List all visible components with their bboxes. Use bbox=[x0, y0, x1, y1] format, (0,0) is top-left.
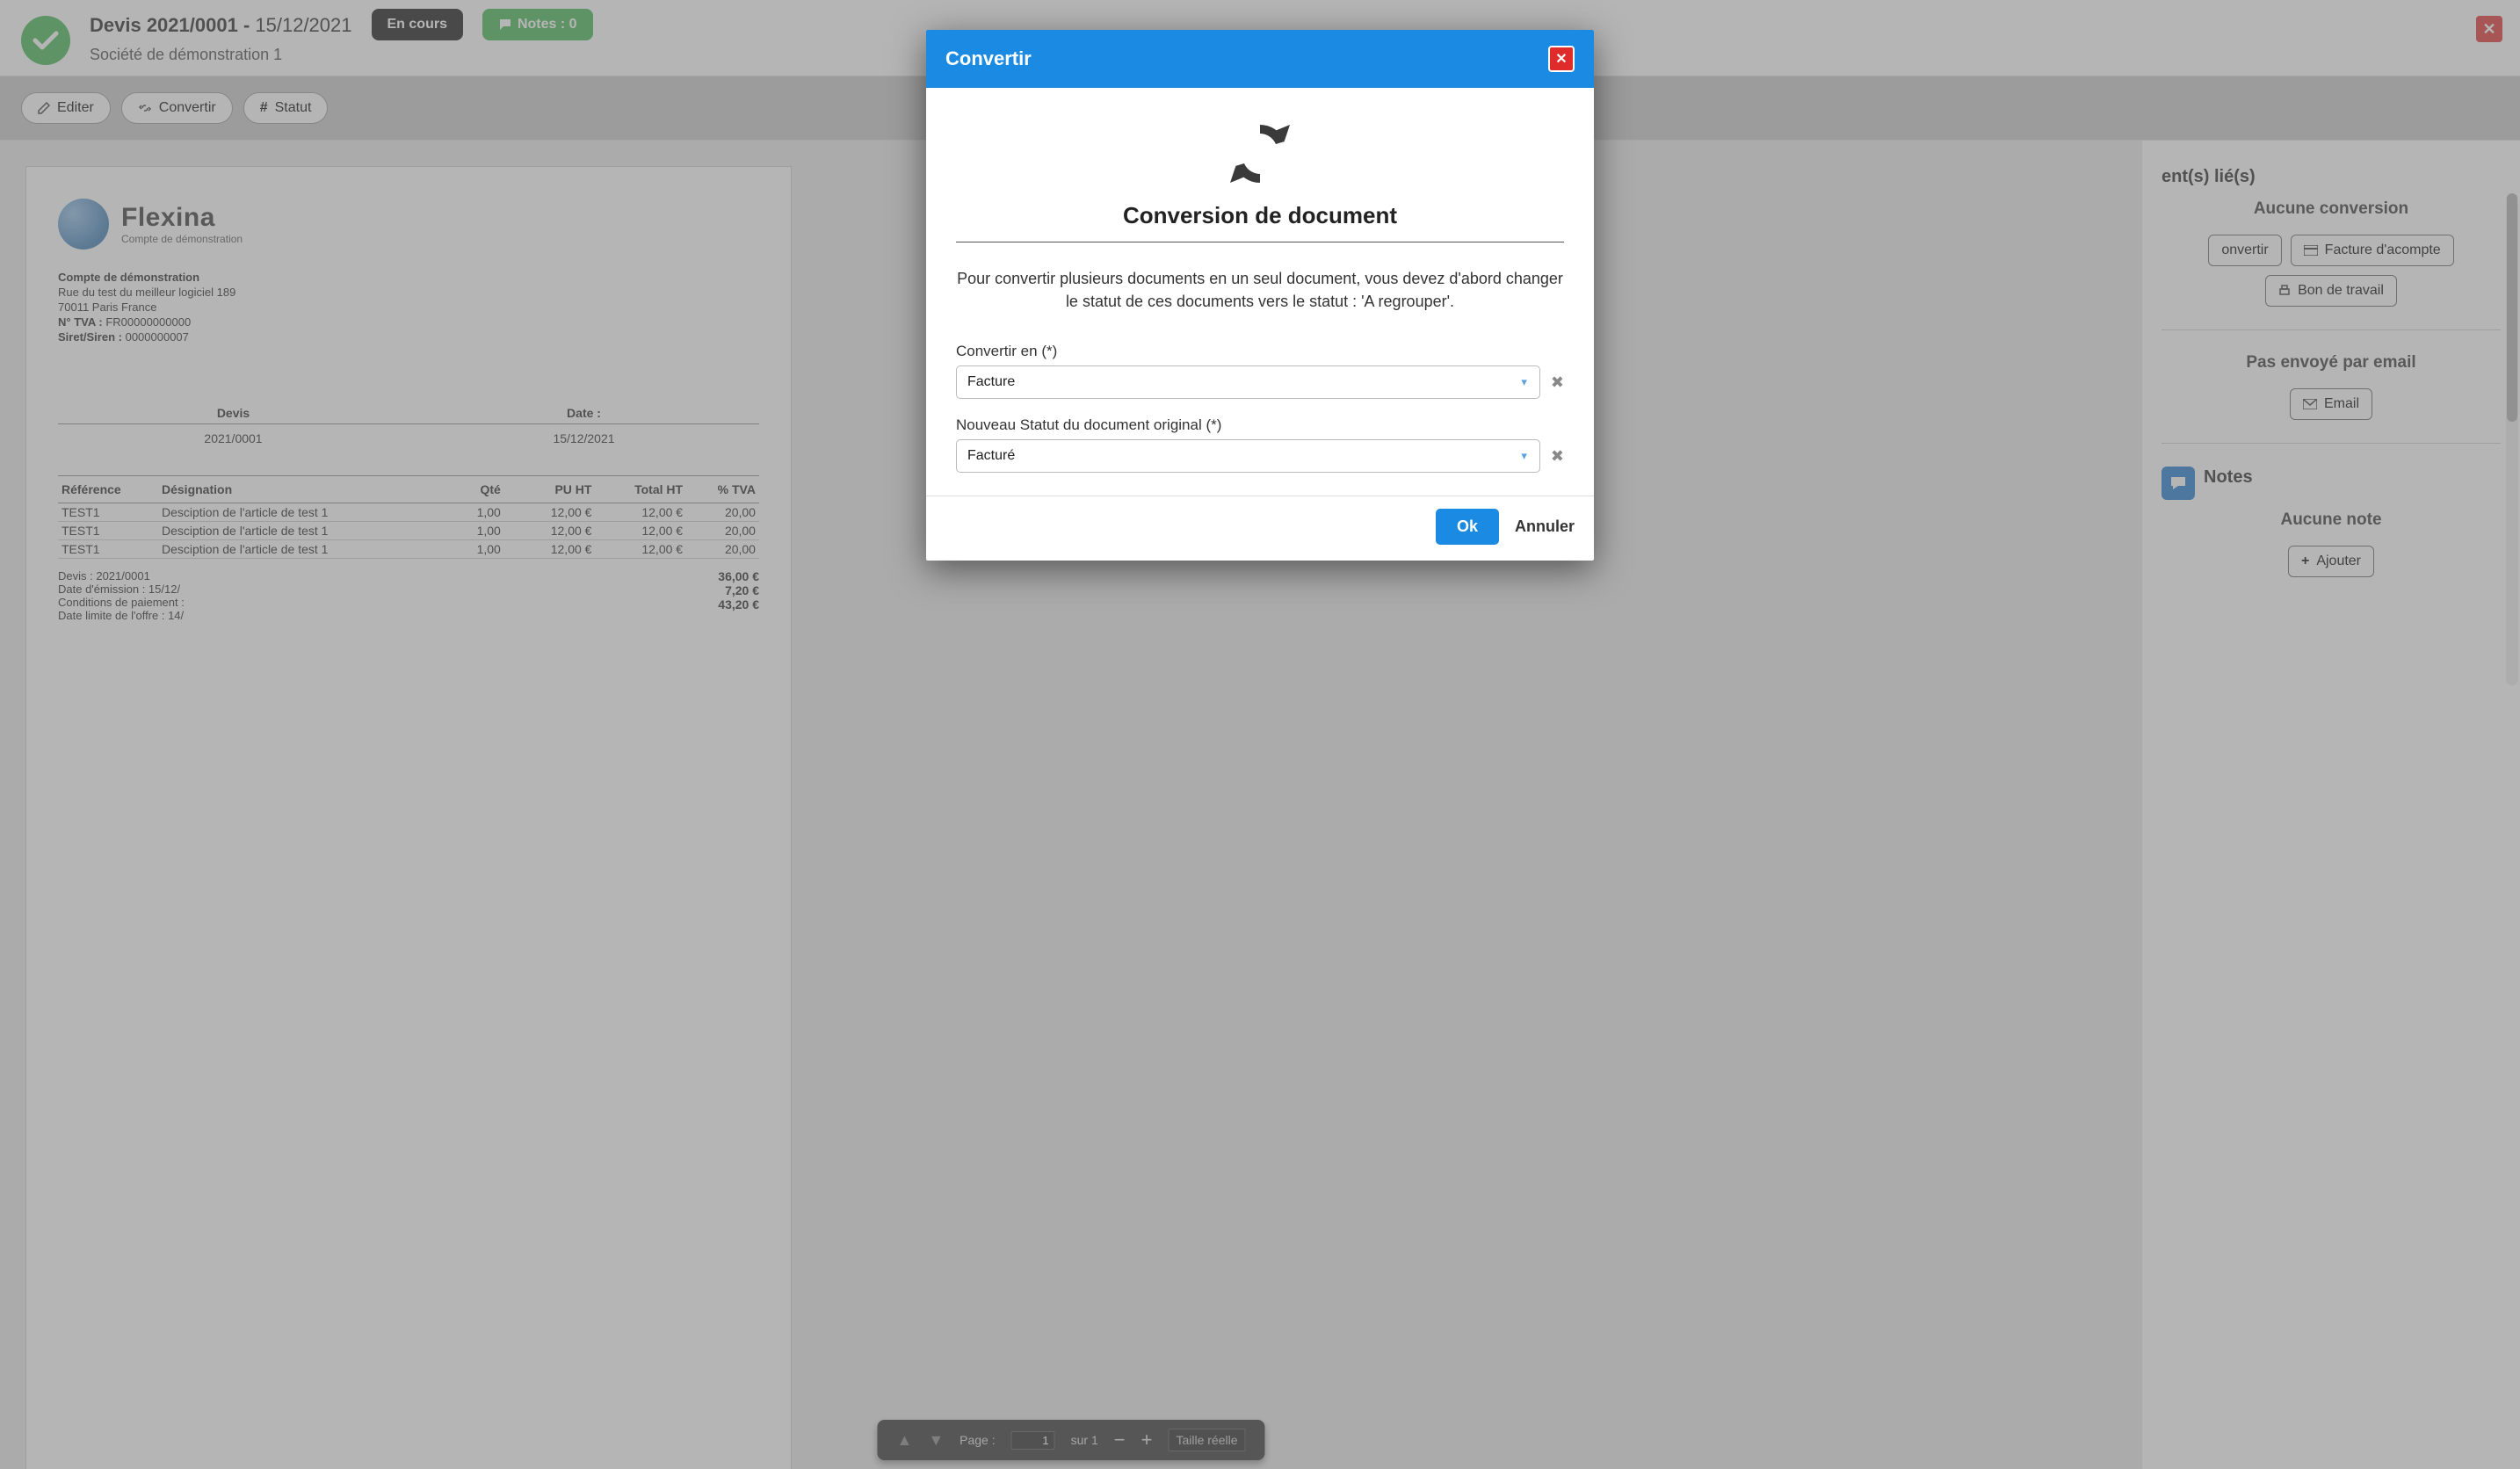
modal-header: Convertir ✕ bbox=[926, 30, 1594, 88]
modal-description: Pour convertir plusieurs documents en un… bbox=[956, 267, 1564, 313]
modal-overlay[interactable]: Convertir ✕ Conversion de document Pour … bbox=[0, 0, 2520, 1469]
convert-modal: Convertir ✕ Conversion de document Pour … bbox=[926, 30, 1594, 561]
new-status-select[interactable]: Facturé ▾ bbox=[956, 439, 1540, 473]
modal-footer: Ok Annuler bbox=[926, 496, 1594, 561]
modal-close-button[interactable]: ✕ bbox=[1548, 46, 1575, 72]
cancel-button[interactable]: Annuler bbox=[1515, 517, 1575, 536]
clear-field2-button[interactable]: ✖ bbox=[1551, 447, 1564, 466]
ok-button[interactable]: Ok bbox=[1436, 509, 1499, 545]
new-status-label: Nouveau Statut du document original (*) bbox=[956, 416, 1564, 434]
modal-heading: Conversion de document bbox=[956, 202, 1564, 229]
refresh-icon bbox=[956, 114, 1564, 193]
chevron-down-icon: ▾ bbox=[1521, 449, 1527, 463]
modal-body: Conversion de document Pour convertir pl… bbox=[926, 88, 1594, 496]
clear-field1-button[interactable]: ✖ bbox=[1551, 373, 1564, 392]
modal-title-small: Convertir bbox=[945, 47, 1032, 70]
convert-to-label: Convertir en (*) bbox=[956, 343, 1564, 360]
convert-to-select[interactable]: Facture ▾ bbox=[956, 365, 1540, 399]
chevron-down-icon: ▾ bbox=[1521, 375, 1527, 389]
